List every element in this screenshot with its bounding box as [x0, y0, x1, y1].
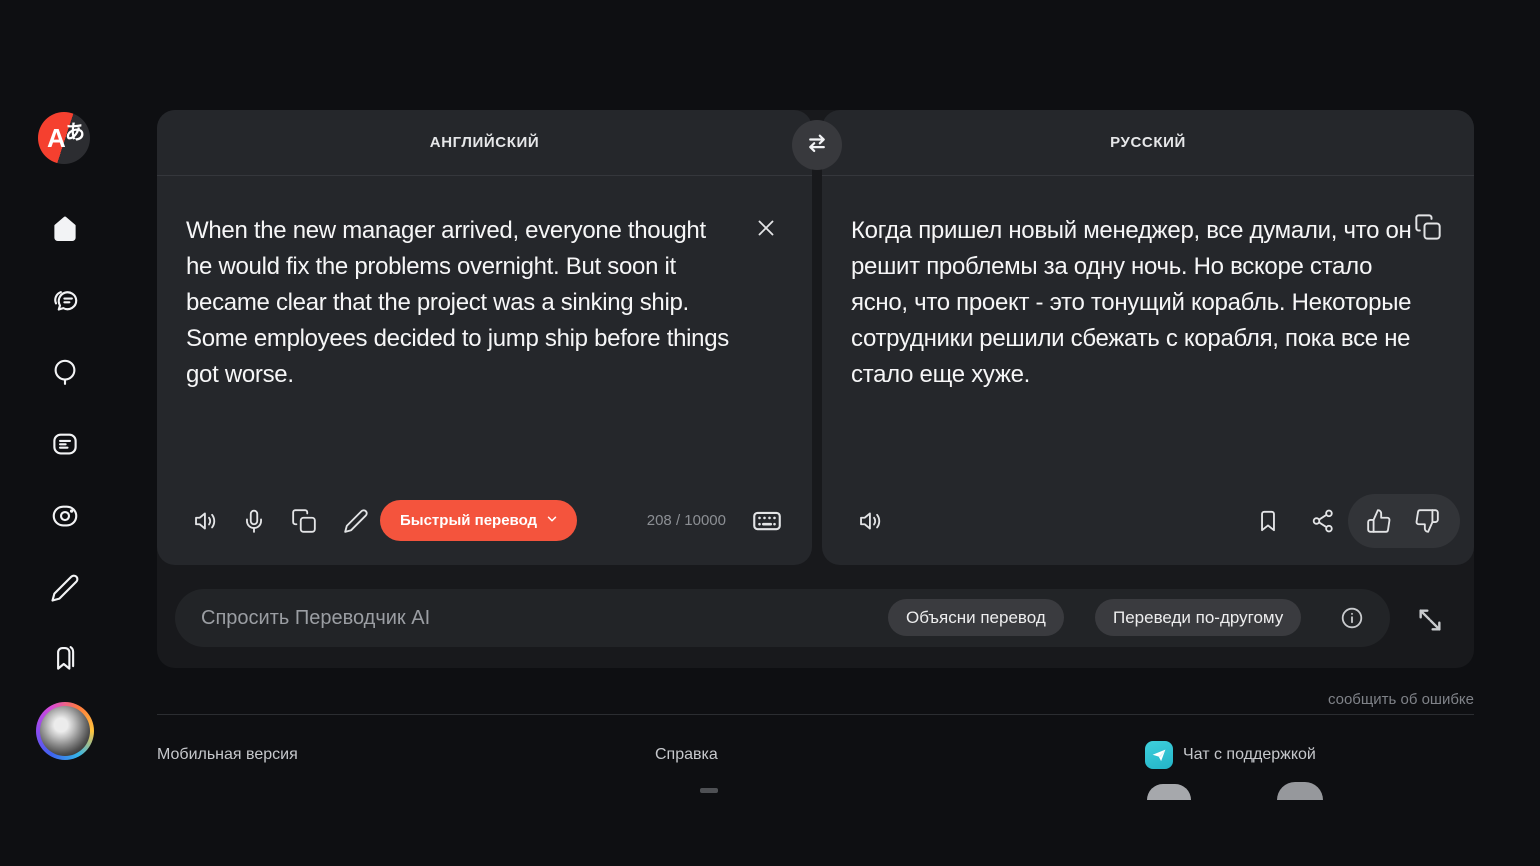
- target-panel: РУССКИЙ Когда пришел новый менеджер, все…: [822, 110, 1474, 565]
- support-chat-label: Чат с поддержкой: [1183, 746, 1316, 764]
- speaker-icon: [858, 521, 884, 538]
- report-error-link[interactable]: сообщить об ошибке: [1328, 691, 1474, 708]
- share-icon: [1310, 521, 1336, 538]
- sidebar-item-editor[interactable]: [50, 573, 80, 603]
- char-counter: 208 / 10000: [647, 512, 726, 529]
- partial-element: [1147, 784, 1191, 800]
- thumbs-up-icon: [1366, 521, 1392, 538]
- info-icon: [1340, 617, 1364, 634]
- translation-listen-button[interactable]: [858, 508, 884, 534]
- explain-translation-label: Объясни перевод: [906, 608, 1046, 628]
- target-panel-header: РУССКИЙ: [822, 110, 1474, 176]
- swap-languages-button[interactable]: [792, 120, 842, 170]
- onscreen-keyboard-button[interactable]: [752, 506, 782, 536]
- quick-translate-label: Быстрый перевод: [400, 512, 537, 529]
- chat-bubbles-icon: [50, 303, 80, 320]
- copy-translation-button[interactable]: [1414, 213, 1442, 241]
- thumbs-down-button[interactable]: [1414, 508, 1440, 534]
- thumbs-down-icon: [1414, 521, 1440, 538]
- fullscreen-button[interactable]: [1414, 604, 1446, 636]
- edit-text-button[interactable]: [343, 508, 369, 534]
- support-chat-link[interactable]: Чат с поддержкой: [1145, 741, 1316, 769]
- voice-input-button[interactable]: [241, 508, 267, 534]
- microphone-icon: [241, 521, 267, 538]
- expand-arrows-icon: [1414, 623, 1446, 640]
- partial-element: [1277, 782, 1323, 800]
- swap-arrows-icon: [803, 129, 831, 162]
- close-icon: [753, 228, 779, 245]
- logo-latin-letter: А: [47, 123, 66, 154]
- footer-divider: [157, 714, 1474, 715]
- source-panel: АНГЛИЙСКИЙ When the new manager arrived,…: [157, 110, 812, 565]
- pencil-icon: [343, 521, 369, 538]
- sidebar-item-collections[interactable]: [50, 643, 80, 673]
- translate-differently-label: Переведи по-другому: [1113, 608, 1283, 628]
- keyboard-icon: [752, 523, 782, 540]
- sidebar-item-text[interactable]: [50, 429, 80, 459]
- target-language-selector[interactable]: РУССКИЙ: [1110, 134, 1186, 151]
- partial-element: [700, 788, 718, 793]
- sidebar-item-camera[interactable]: [50, 501, 80, 531]
- explain-translation-button[interactable]: Объясни перевод: [888, 599, 1064, 636]
- home-icon: [50, 231, 80, 248]
- copy-icon: [1414, 228, 1442, 245]
- camera-lens-icon: [50, 518, 80, 535]
- avatar-photo: [40, 706, 90, 756]
- yandex-translate-screen: А あ АНГЛИЙСКИЙ When the new manager arri…: [0, 0, 1540, 866]
- pencil-icon: [50, 590, 80, 607]
- messenger-plane-icon: [1145, 741, 1173, 769]
- mobile-version-link[interactable]: Мобильная версия: [157, 746, 298, 764]
- translation-text: Когда пришел новый менеджер, все думали,…: [851, 213, 1419, 393]
- chevron-down-icon: [545, 512, 559, 530]
- source-text[interactable]: When the new manager arrived, everyone t…: [186, 213, 734, 393]
- user-avatar[interactable]: [36, 702, 94, 760]
- source-panel-header: АНГЛИЙСКИЙ: [157, 110, 812, 176]
- source-copy-button[interactable]: [291, 508, 317, 534]
- sidebar-item-lens[interactable]: [50, 357, 80, 387]
- text-lines-icon: [50, 446, 80, 463]
- sidebar-item-home[interactable]: [50, 214, 80, 244]
- share-button[interactable]: [1310, 508, 1336, 534]
- translate-differently-button[interactable]: Переведи по-другому: [1095, 599, 1301, 636]
- save-to-collections-button[interactable]: [1255, 508, 1281, 534]
- sidebar-item-dialogs[interactable]: [50, 286, 80, 316]
- clear-text-button[interactable]: [753, 215, 779, 241]
- help-link[interactable]: Справка: [655, 746, 718, 764]
- rate-translation-group: [1348, 494, 1460, 548]
- bookmark-collections-icon: [50, 660, 80, 677]
- ask-translator-ai-input[interactable]: [201, 589, 861, 647]
- lens-icon: [50, 374, 80, 391]
- thumbs-up-button[interactable]: [1366, 508, 1392, 534]
- quick-translate-button[interactable]: Быстрый перевод: [380, 500, 577, 541]
- ai-info-button[interactable]: [1340, 606, 1364, 630]
- bookmark-icon: [1255, 521, 1281, 538]
- speaker-icon: [193, 521, 219, 538]
- ai-assistant-bar: Объясни перевод Переведи по-другому: [175, 589, 1390, 647]
- logo-kana-letter: あ: [65, 116, 85, 145]
- source-listen-button[interactable]: [193, 508, 219, 534]
- translator-logo[interactable]: А あ: [38, 112, 90, 164]
- source-language-selector[interactable]: АНГЛИЙСКИЙ: [430, 134, 539, 151]
- copy-icon: [291, 521, 317, 538]
